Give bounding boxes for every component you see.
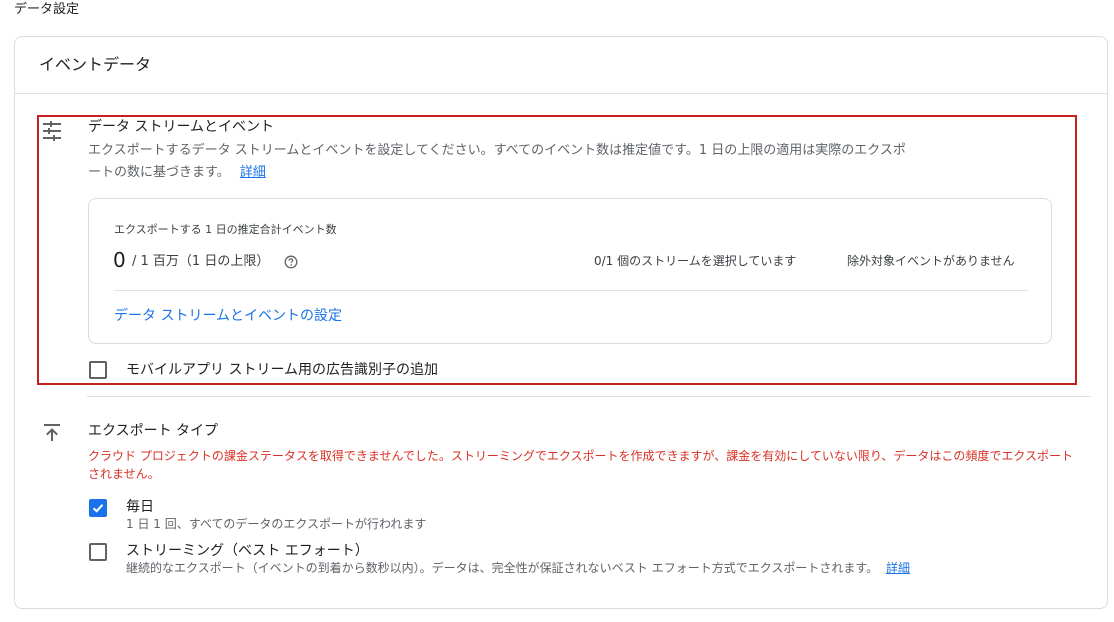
card-title: イベントデータ <box>39 55 152 74</box>
estimate-box: エクスポートする 1 日の推定合計イベント数 0 / 1 百万（1 日の上限） … <box>88 198 1052 344</box>
excluded-events-status: 除外対象イベントがありません <box>847 254 1015 268</box>
help-circle-icon[interactable] <box>284 254 298 269</box>
streams-details-link[interactable]: 詳細 <box>240 165 266 180</box>
estimate-count: 0 <box>113 248 126 272</box>
ad-id-checkbox-label: モバイルアプリ ストリーム用の広告識別子の追加 <box>126 362 439 378</box>
upload-icon <box>41 421 63 443</box>
tune-sliders-icon <box>41 120 63 142</box>
streaming-description: 継続的なエクスポート（イベントの到着から数秒以内）。データは、完全性が保証されな… <box>126 561 879 575</box>
streams-selected-count: 0/1 個のストリームを選択しています <box>594 254 797 268</box>
streams-description-line2-wrap: ートの数に基づきます。 詳細 <box>88 162 988 184</box>
streaming-details-link[interactable]: 詳細 <box>886 561 910 575</box>
streams-description-line1: エクスポートするデータ ストリームとイベントを設定してください。すべてのイベント… <box>88 143 906 158</box>
page-title: データ設定 <box>14 2 80 17</box>
streaming-label: ストリーミング（ベスト エフォート） <box>126 543 369 559</box>
configure-streams-link[interactable]: データ ストリームとイベントの設定 <box>114 306 342 326</box>
export-type-title: エクスポート タイプ <box>88 423 219 439</box>
estimate-label: エクスポートする 1 日の推定合計イベント数 <box>114 223 337 236</box>
section-divider <box>87 396 1091 397</box>
daily-checkbox[interactable] <box>89 499 107 517</box>
event-data-card: イベントデータ データ ストリームとイベント エクスポートするデータ ストリーム… <box>14 36 1108 609</box>
estimate-divider <box>114 290 1028 291</box>
card-header: イベントデータ <box>15 37 1107 94</box>
streaming-checkbox[interactable] <box>89 543 107 561</box>
billing-error-message: クラウド プロジェクトの課金ステータスを取得できませんでした。ストリーミングでエ… <box>88 449 1074 481</box>
data-settings-page: データ設定 イベントデータ データ ストリームとイベント エクスポートするデータ… <box>0 0 1114 622</box>
daily-label: 毎日 <box>126 499 154 515</box>
streams-section-title: データ ストリームとイベント <box>88 119 275 135</box>
streams-section-description: エクスポートするデータ ストリームとイベントを設定してください。すべてのイベント… <box>88 140 988 184</box>
streaming-description-wrap: 継続的なエクスポート（イベントの到着から数秒以内）。データは、完全性が保証されな… <box>126 560 910 576</box>
daily-description: 1 日 1 回、すべてのデータのエクスポートが行われます <box>126 517 427 531</box>
streams-description-line2: ートの数に基づきます。 <box>88 165 230 180</box>
estimate-limit: / 1 百万（1 日の上限） <box>132 254 270 269</box>
ad-id-checkbox[interactable] <box>89 361 107 379</box>
